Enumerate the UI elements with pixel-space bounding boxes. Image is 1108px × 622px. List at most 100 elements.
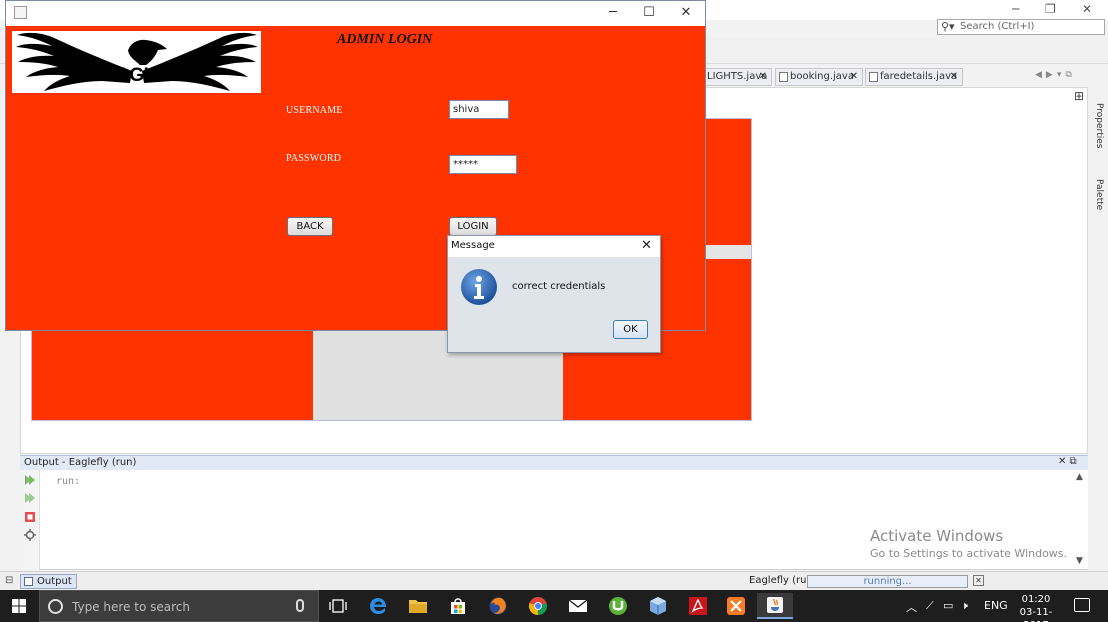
utorrent-icon [609,597,627,615]
close-icon[interactable]: ✕ [950,69,958,85]
ide-minimize-button[interactable]: ─ [1012,2,1019,16]
task-view-button[interactable] [320,593,356,619]
run-progress-bar: running... [807,575,968,588]
tab-booking[interactable]: booking.java ✕ [775,68,863,86]
page-title: ADMIN LOGIN [337,32,433,47]
watermark-line1: Activate Windows [870,527,1004,545]
ide-maximize-button[interactable]: ❐ [1045,2,1056,16]
java-app[interactable] [757,593,793,619]
xampp-icon [727,597,745,615]
search-icon: ⚲▾ [941,20,955,33]
close-button[interactable]: ✕ [672,4,700,22]
output-text: run: [56,476,81,487]
logo-text: EAGLE [104,65,167,86]
file-explorer-app[interactable] [400,593,436,619]
ide-close-button[interactable]: ✕ [1082,2,1092,16]
dialog-message: correct credentials [512,281,606,292]
output-scrollbar[interactable]: ▲ ▼ [1076,472,1086,568]
side-tab-properties[interactable]: Properties [1094,103,1104,148]
password-label: PASSWORD [286,153,342,164]
info-icon [461,269,497,305]
settings-icon[interactable] [24,529,36,541]
java-file-icon [869,72,878,82]
tab-label: faredetails.java [880,71,958,82]
ide-search-placeholder: Search (Ctrl+I) [960,21,1035,32]
store-icon [451,598,465,614]
microphone-icon[interactable] [296,599,304,612]
activate-windows-watermark: Activate Windows Go to Settings to activ… [870,527,1067,560]
login-button[interactable]: LOGIN [449,217,497,236]
chrome-icon [528,597,548,615]
editor-tab-bar: LIGHTS.java ✕ booking.java ✕ faredetails… [700,68,1090,86]
show-hidden-icons-icon[interactable]: ︿ [906,599,917,615]
language-indicator[interactable]: ENG [984,599,1008,612]
output-panel-header[interactable]: Output - Eaglefly (run) [20,455,1088,470]
password-value: ***** [453,159,478,170]
clock[interactable]: 01:20 03-11-2017 [1008,593,1064,622]
tab-faredetails[interactable]: faredetails.java ✕ [865,68,963,86]
dialog-close-button[interactable]: ✕ [641,238,652,253]
login-titlebar: ─ ☐ ✕ [6,1,705,26]
minimize-button[interactable]: ─ [599,4,627,22]
firefox-icon [489,597,507,615]
output-tab-label: Output [37,576,72,587]
chrome-app[interactable] [520,593,556,619]
panel-toggle-icon[interactable]: ⊟ [5,575,13,586]
output-window-icon [24,577,33,586]
ok-button[interactable]: OK [613,320,648,339]
dialog-title: Message [451,240,495,251]
username-label: USERNAME [286,105,343,116]
network-icon[interactable]: ⟋ [926,599,934,613]
notification-center-icon[interactable] [1074,598,1090,612]
username-field[interactable]: shiva [449,100,509,119]
firefox-app[interactable] [480,593,516,619]
start-button[interactable] [0,590,38,622]
virtualbox-app[interactable] [640,593,676,619]
close-icon[interactable]: ✕ [850,69,858,85]
mail-app[interactable] [560,593,596,619]
scroll-up-icon[interactable]: ▲ [1076,472,1083,482]
xampp-app[interactable] [718,593,754,619]
eagle-logo: EAGLE [12,31,261,93]
stop-icon[interactable] [24,511,36,523]
battery-icon[interactable]: ▭ [943,599,953,612]
windows-taskbar: Type here to search ︿ ⟋ ▭ 🕨 ENG 01:20 03… [0,590,1108,622]
virtualbox-icon [650,597,666,615]
volume-icon[interactable]: 🕨 [961,599,968,613]
cancel-run-icon[interactable]: ✕ [973,575,984,586]
dialog-titlebar: Message ✕ [448,236,660,257]
store-app[interactable] [440,593,476,619]
scroll-down-icon[interactable]: ▼ [1076,556,1083,566]
output-tab[interactable]: Output [20,574,77,589]
edge-app[interactable] [360,593,396,619]
edge-icon [370,598,386,614]
rerun-with-args-icon[interactable] [24,492,36,504]
tab-label: booking.java [790,71,854,82]
rerun-icon[interactable] [24,474,36,486]
acrobat-app[interactable] [680,593,716,619]
split-editor-icon[interactable]: ⊞ [1074,89,1084,103]
taskbar-search-input[interactable]: Type here to search [39,590,319,622]
progress-label: running... [863,576,912,587]
close-icon[interactable]: ✕ [759,69,767,85]
output-title: Output - Eaglefly (run) [24,457,137,468]
folder-icon [409,600,427,613]
output-toolbar [20,470,40,570]
clock-time: 01:20 [1021,594,1051,605]
back-button[interactable]: BACK [287,217,333,236]
output-close-icon[interactable]: ✕ ⧉ [1058,456,1077,467]
windows-logo-icon [12,599,26,613]
side-panel-strip: Properties Palette [1090,87,1108,237]
clock-date: 03-11-2017 [1019,607,1053,622]
tab-lights[interactable]: LIGHTS.java ✕ [700,68,772,86]
ide-search-input[interactable]: ⚲▾ Search (Ctrl+I) [937,19,1105,35]
java-file-icon [779,72,788,82]
side-tab-palette[interactable]: Palette [1094,179,1104,210]
java-app-icon [14,6,27,19]
tab-navigation-icons[interactable]: ◀▶▾⧉ [1035,70,1076,80]
java-icon [767,597,783,613]
maximize-button[interactable]: ☐ [635,4,663,22]
utorrent-app[interactable] [600,593,636,619]
password-field[interactable]: ***** [449,155,517,174]
ide-statusbar: ⊟ Output Eaglefly (run) running... ✕ [0,571,1108,590]
